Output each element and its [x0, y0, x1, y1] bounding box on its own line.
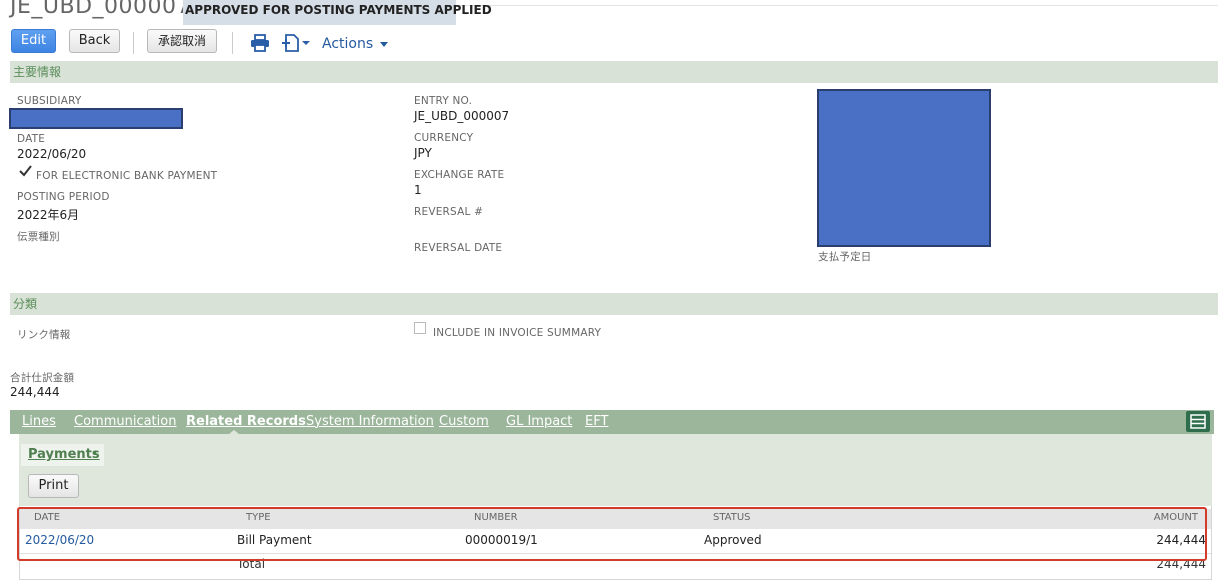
chevron-down-icon	[379, 41, 388, 47]
subsidiary-label: SUBSIDIARY	[17, 95, 82, 107]
payment-due-date-label: 支払予定日	[818, 251, 872, 263]
entry-no-value: JE_UBD_000007	[414, 109, 510, 123]
actions-menu[interactable]: Actions	[322, 36, 388, 52]
top-edge-divider	[460, 0, 1218, 6]
total-amount-label: 合計仕訳金額	[10, 372, 75, 384]
electronic-payment-checkbox[interactable]	[19, 165, 32, 177]
print-button[interactable]: Print	[28, 474, 79, 498]
image-redacted	[817, 89, 991, 247]
unapprove-button[interactable]: 承認取消	[147, 29, 217, 53]
tab-custom[interactable]: Custom	[439, 414, 489, 429]
subsidiary-value-redacted	[9, 108, 183, 129]
active-dot-icon: •	[91, 447, 99, 461]
date-label: DATE	[17, 133, 46, 145]
include-invoice-summary-checkbox[interactable]	[414, 322, 426, 334]
print-icon[interactable]	[250, 34, 270, 52]
posting-period-value: 2022年6月	[17, 208, 80, 222]
related-records-panel	[19, 434, 1212, 506]
status-badge: APPROVED FOR POSTING PAYMENTS APPLIED	[183, 0, 492, 25]
page-title: JE_UBD_000007	[10, 0, 192, 19]
toolbar-divider	[232, 32, 233, 54]
checkmark-icon	[19, 165, 32, 177]
new-document-icon[interactable]	[281, 33, 311, 53]
collapse-panel-icon[interactable]	[1186, 411, 1210, 432]
include-invoice-summary-label: INCLUDE IN INVOICE SUMMARY	[433, 327, 602, 339]
tab-lines[interactable]: Lines	[22, 414, 56, 429]
tab-related-records[interactable]: Related Records	[186, 414, 306, 429]
payments-subtab-label[interactable]: Payments	[28, 447, 100, 462]
exchange-rate-value: 1	[414, 183, 422, 197]
entry-no-label: ENTRY NO.	[414, 95, 473, 107]
posting-period-label: POSTING PERIOD	[17, 191, 110, 203]
section-header-classification: 分類	[10, 293, 1218, 315]
electronic-payment-label: FOR ELECTRONIC BANK PAYMENT	[36, 170, 218, 182]
tab-eft[interactable]: EFT	[585, 414, 608, 429]
tab-system-information[interactable]: System Information	[306, 414, 434, 429]
voucher-type-label: 伝票種別	[17, 231, 60, 243]
date-value: 2022/06/20	[17, 147, 87, 161]
currency-label: CURRENCY	[414, 132, 474, 144]
total-amount-value: 244,444	[10, 385, 60, 399]
reversal-no-label: REVERSAL #	[414, 206, 484, 218]
currency-value: JPY	[414, 146, 432, 160]
highlight-box	[17, 507, 1207, 561]
back-button[interactable]: Back	[69, 29, 120, 53]
section-header-primary: 主要情報	[10, 61, 1218, 83]
toolbar-divider	[133, 32, 134, 54]
link-info-label: リンク情報	[17, 329, 71, 341]
tab-gl-impact[interactable]: GL Impact	[506, 414, 572, 429]
tab-communication[interactable]: Communication	[74, 414, 176, 429]
reversal-date-label: REVERSAL DATE	[414, 242, 503, 254]
edit-button[interactable]: Edit	[11, 29, 56, 53]
actions-label: Actions	[322, 36, 374, 52]
exchange-rate-label: EXCHANGE RATE	[414, 169, 505, 181]
